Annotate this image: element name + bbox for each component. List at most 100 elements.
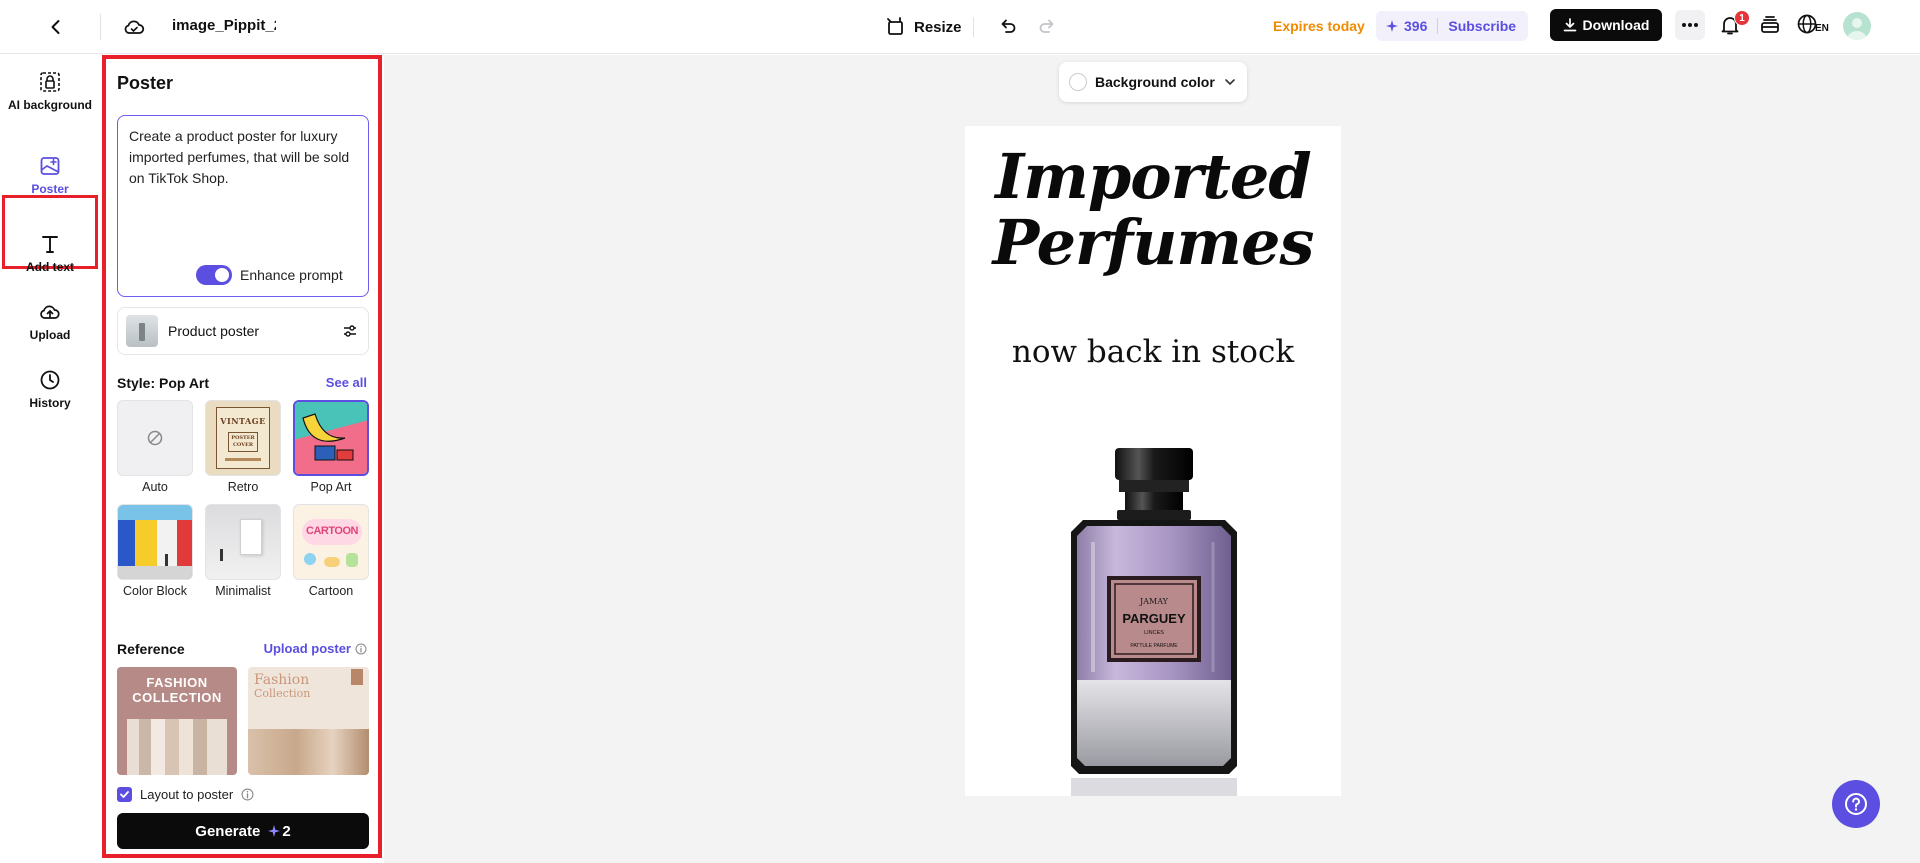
undo-button[interactable] [994, 12, 1022, 40]
download-button[interactable]: Download [1550, 9, 1662, 41]
style-label: Auto [142, 480, 168, 494]
poster-panel: Poster Create a product poster for luxur… [102, 55, 382, 858]
cloud-save-icon[interactable] [120, 13, 148, 41]
sparkle-icon [268, 825, 281, 837]
style-auto[interactable]: Auto [117, 400, 193, 494]
help-button[interactable] [1832, 780, 1880, 828]
rail-label: Upload [29, 328, 71, 342]
upload-poster-link[interactable]: Upload poster [264, 641, 367, 656]
top-bar: image_Pippit_20 Resize Expires today 396… [0, 0, 1920, 54]
download-label: Download [1582, 17, 1650, 33]
style-retro-thumb: VINTAGE POSTER COVER [205, 400, 281, 476]
resize-button[interactable]: Resize [886, 13, 962, 41]
info-icon[interactable] [355, 643, 367, 655]
notification-badge: 1 [1734, 10, 1750, 26]
reference-image-1[interactable]: FASHION COLLECTION [117, 667, 237, 775]
rail-label: History [29, 396, 71, 410]
background-color-button[interactable]: Background color [1059, 62, 1247, 102]
undo-icon [1001, 19, 1016, 33]
chevron-down-icon [1225, 79, 1235, 86]
layout-to-poster-checkbox[interactable] [117, 787, 132, 802]
info-icon[interactable] [241, 788, 254, 801]
layers-button[interactable] [1756, 11, 1784, 39]
generate-label: Generate [195, 822, 261, 840]
divider [1437, 18, 1439, 34]
rail-item-ai-background[interactable]: AI background [6, 69, 94, 112]
product-poster-selector[interactable]: Product poster [117, 307, 369, 355]
prompt-text: Create a product poster for luxury impor… [129, 128, 350, 186]
enhance-prompt-toggle[interactable] [196, 265, 232, 285]
bottle-brand: JAMAY [1139, 597, 1169, 606]
layers-icon [1761, 16, 1779, 33]
rail-item-history[interactable]: History [6, 367, 94, 410]
credits-box[interactable]: 396 Subscribe [1376, 11, 1528, 41]
reference-heading: Reference [117, 641, 185, 657]
rail-item-add-text[interactable]: Add text [6, 231, 94, 274]
rail-item-poster[interactable]: Poster [6, 153, 94, 196]
credits-value: 396 [1404, 18, 1428, 34]
redo-button[interactable] [1033, 12, 1061, 40]
style-color-block-thumb [117, 504, 193, 580]
redo-icon [1039, 19, 1054, 33]
color-swatch [1069, 73, 1087, 91]
perfume-bottle-image[interactable]: JAMAY PARGUEY LINCES PATTULE PARFUME [1063, 448, 1245, 796]
file-name[interactable]: image_Pippit_20 [172, 15, 276, 37]
layout-to-poster-row: Layout to poster [117, 787, 254, 802]
enhance-prompt-label: Enhance prompt [240, 267, 343, 283]
reference-2-text: Collection [254, 687, 311, 700]
style-retro[interactable]: VINTAGE POSTER COVER Retro [205, 400, 281, 494]
sparkle-icon [1386, 20, 1398, 32]
bottle-sub: LINCES [1144, 630, 1164, 636]
language-code: EN [1815, 23, 1829, 34]
rail-item-upload[interactable]: Upload [6, 299, 94, 342]
avatar[interactable] [1843, 12, 1871, 40]
rail-label: AI background [7, 98, 92, 112]
poster-icon [37, 153, 63, 179]
poster-title[interactable]: Imported Perfumes [965, 144, 1341, 276]
generate-cost: 2 [282, 822, 291, 840]
resize-label: Resize [914, 18, 962, 36]
enhance-prompt-row: Enhance prompt [196, 265, 343, 285]
check-icon [120, 791, 129, 798]
resize-icon [887, 17, 903, 35]
generate-button[interactable]: Generate 2 [117, 813, 369, 849]
product-thumbnail [126, 315, 158, 347]
language-button[interactable]: EN [1796, 11, 1830, 39]
download-icon [1563, 18, 1576, 32]
product-poster-label: Product poster [168, 323, 260, 339]
bottle-name: PARGUEY [1122, 611, 1186, 626]
subscribe-link[interactable]: Subscribe [1448, 18, 1516, 34]
style-color-block[interactable]: Color Block [117, 504, 193, 598]
poster-subtitle[interactable]: now back in stock [965, 334, 1341, 370]
upload-icon [37, 299, 63, 325]
background-color-label: Background color [1095, 74, 1215, 90]
style-label: Retro [227, 480, 259, 494]
poster-canvas[interactable]: Imported Perfumes now back in stock JAMA… [965, 126, 1341, 796]
more-icon [1682, 23, 1698, 27]
style-minimalist-thumb [205, 504, 281, 580]
retro-thumb-text: COVER [232, 442, 254, 448]
style-auto-thumb [117, 400, 193, 476]
cartoon-thumb-text: CARTOON [306, 525, 358, 537]
panel-title: Poster [117, 73, 174, 93]
sliders-icon[interactable] [340, 321, 360, 341]
back-button[interactable] [42, 13, 70, 41]
poster-title-line: Perfumes [992, 206, 1315, 279]
rail-label: Add text [26, 260, 74, 274]
style-label: Color Block [123, 584, 187, 598]
retro-thumb-text: POSTER [231, 435, 255, 441]
see-all-link[interactable]: See all [326, 375, 367, 390]
text-icon [37, 231, 63, 257]
expires-label: Expires today [1273, 18, 1365, 34]
style-pop-art[interactable]: Pop Art [293, 400, 369, 494]
style-cartoon[interactable]: CARTOON Cartoon [293, 504, 369, 598]
left-rail: AI background Poster Add text Upload His… [0, 55, 100, 863]
style-label: Cartoon [308, 584, 354, 598]
reference-image-2[interactable]: Fashion Collection [248, 667, 369, 775]
style-label: Pop Art [310, 480, 352, 494]
style-cartoon-thumb: CARTOON [293, 504, 369, 580]
bottle-small-text: PATTULE PARFUME [1130, 643, 1178, 649]
reference-2-text: Fashion [254, 672, 310, 688]
style-minimalist[interactable]: Minimalist [205, 504, 281, 598]
more-options-button[interactable] [1675, 10, 1705, 40]
